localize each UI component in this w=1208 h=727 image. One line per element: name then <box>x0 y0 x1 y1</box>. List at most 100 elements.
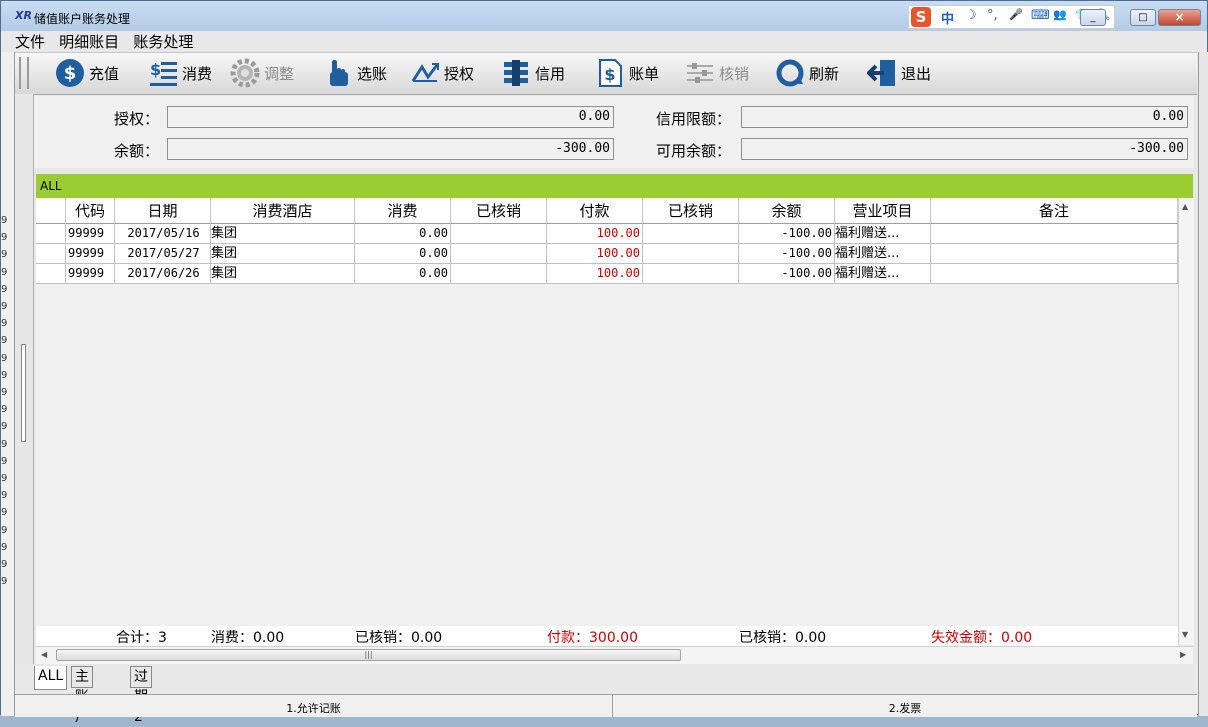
table-cell-consume[interactable]: 0.00 <box>355 264 451 284</box>
table-cell-date[interactable]: 2017/05/16 <box>115 224 211 244</box>
summary-panel: 授权： 0.00 信用限额： 0.00 余额： -300.00 可用余额： -3… <box>34 96 1194 168</box>
authorize-button[interactable]: 授权 <box>410 57 474 89</box>
left-collapse-panel <box>15 94 34 664</box>
table-cell-code[interactable]: 99999 <box>66 264 115 284</box>
bill-button[interactable]: $ 账单 <box>595 57 659 89</box>
credit-button[interactable]: 信用 <box>501 57 565 89</box>
balance-field: -300.00 <box>167 138 614 160</box>
footer-written-off: 已核销：0.00 <box>355 630 443 646</box>
row-indicator[interactable] <box>36 224 66 244</box>
group-header[interactable]: ALL <box>36 174 1193 198</box>
status-invoice: 2.发票 <box>888 702 922 715</box>
consume-button[interactable]: $ 消费 <box>148 57 212 89</box>
horizontal-scrollbar[interactable]: ◀ ||| ▶ <box>36 646 1193 664</box>
footer-payment: 付款：300.00 <box>547 630 638 646</box>
table-cell-balance[interactable]: -100.00 <box>739 224 835 244</box>
writeoff-icon <box>685 58 715 88</box>
svg-text:$: $ <box>150 60 161 79</box>
col-header-payment[interactable]: 付款 <box>547 198 643 224</box>
table-cell-written-off-2[interactable] <box>643 224 739 244</box>
table-cell-hotel[interactable]: 集团 <box>211 224 355 244</box>
table-cell-remark[interactable] <box>931 224 1178 244</box>
table-cell-balance[interactable]: -100.00 <box>739 264 835 284</box>
row-indicator[interactable] <box>36 264 66 284</box>
row-indicator[interactable] <box>36 244 66 264</box>
tab-all[interactable]: ALL <box>34 666 68 690</box>
adjust-button[interactable]: 调整 <box>230 57 294 89</box>
users-icon[interactable]: 👥 <box>1053 8 1067 21</box>
scroll-right-icon[interactable]: ▶ <box>1180 650 1186 659</box>
col-header-hotel[interactable]: 消费酒店 <box>211 198 355 224</box>
table-cell-code[interactable]: 99999 <box>66 244 115 264</box>
sogou-logo[interactable]: S <box>911 7 931 27</box>
credit-limit-label: 信用限额： <box>656 110 732 128</box>
menu-account-processing[interactable]: 账务处理 <box>133 33 193 51</box>
table-cell-written-off-2[interactable] <box>643 244 739 264</box>
table-cell-payment[interactable]: 100.00 <box>547 224 643 244</box>
table-cell-payment[interactable]: 100.00 <box>547 264 643 284</box>
svg-text:$: $ <box>604 65 615 84</box>
table-cell-balance[interactable]: -100.00 <box>739 244 835 264</box>
right-background-strip <box>1198 52 1208 716</box>
col-header-written-off[interactable]: 已核销 <box>451 198 547 224</box>
status-allow-posting: 1.允许记账 <box>15 695 613 717</box>
recharge-button[interactable]: $ 充值 <box>55 57 119 89</box>
table-cell-written-off[interactable] <box>451 264 547 284</box>
table-cell-business-item[interactable]: 福利赠送... <box>835 244 931 264</box>
table-cell-code[interactable]: 99999 <box>66 224 115 244</box>
refresh-button[interactable]: 刷新 <box>775 57 839 89</box>
table-cell-hotel[interactable]: 集团 <box>211 264 355 284</box>
footer-consume: 消费：0.00 <box>211 630 285 646</box>
microphone-icon[interactable]: 🎤 <box>1009 8 1023 21</box>
vertical-scrollbar[interactable]: ▲ ▼ <box>1178 198 1194 645</box>
col-header-business-item[interactable]: 营业项目 <box>835 198 931 224</box>
table-cell-written-off-2[interactable] <box>643 264 739 284</box>
scroll-up-icon[interactable]: ▲ <box>1182 202 1188 211</box>
tab-expired[interactable]: 过期2 <box>130 666 152 725</box>
credit-icon <box>501 58 531 88</box>
table-cell-payment[interactable]: 100.00 <box>547 244 643 264</box>
col-header-date[interactable]: 日期 <box>115 198 211 224</box>
table-cell-business-item[interactable]: 福利赠送... <box>835 264 931 284</box>
table-cell-consume[interactable]: 0.00 <box>355 224 451 244</box>
ime-mode[interactable]: 中 <box>941 8 954 27</box>
table-cell-hotel[interactable]: 集团 <box>211 244 355 264</box>
writeoff-button[interactable]: 核销 <box>685 57 749 89</box>
close-button[interactable]: × <box>1158 9 1201 26</box>
table-cell-written-off[interactable] <box>451 244 547 264</box>
table-cell-business-item[interactable]: 福利赠送... <box>835 224 931 244</box>
select-account-button[interactable]: 选账 <box>323 57 387 89</box>
moon-icon[interactable]: ☽ <box>965 8 977 23</box>
exit-button[interactable]: 退出 <box>866 57 931 89</box>
col-header-code[interactable]: 代码 <box>66 198 115 224</box>
restore-button[interactable]: □ <box>1130 9 1156 26</box>
app-logo: XR <box>15 9 32 22</box>
table-cell-remark[interactable] <box>931 264 1178 284</box>
col-header-remark[interactable]: 备注 <box>931 198 1178 224</box>
tab-main-account[interactable]: 主账户 <box>71 666 93 725</box>
scroll-left-icon[interactable]: ◀ <box>41 650 47 659</box>
table-cell-date[interactable]: 2017/05/27 <box>115 244 211 264</box>
col-header-consume[interactable]: 消费 <box>355 198 451 224</box>
menu-file[interactable]: 文件 <box>15 33 45 51</box>
horizontal-scroll-thumb[interactable]: ||| <box>56 649 681 661</box>
scroll-down-icon[interactable]: ▼ <box>1182 630 1188 639</box>
table-cell-written-off[interactable] <box>451 224 547 244</box>
splitter-handle[interactable] <box>21 344 26 442</box>
col-header-written-off-2[interactable]: 已核销 <box>643 198 739 224</box>
menu-bar: 文件 明细账目 账务处理 <box>15 31 203 51</box>
svg-text:$: $ <box>64 63 77 84</box>
punctuation-icon[interactable]: °, <box>987 8 998 23</box>
minimize-button[interactable]: _ <box>1080 9 1106 26</box>
dollar-list-icon: $ <box>148 58 178 88</box>
table-cell-remark[interactable] <box>931 244 1178 264</box>
available-field: -300.00 <box>741 138 1188 160</box>
keyboard-icon[interactable]: ⌨ <box>1031 8 1050 23</box>
col-header-balance[interactable]: 余额 <box>739 198 835 224</box>
toolbar-grip[interactable] <box>19 57 29 89</box>
table-cell-date[interactable]: 2017/06/26 <box>115 264 211 284</box>
menu-detail-accounts[interactable]: 明细账目 <box>59 33 119 51</box>
table-cell-consume[interactable]: 0.00 <box>355 244 451 264</box>
footer-invalid-amount: 失效金额：0.00 <box>931 630 1033 646</box>
hand-pointer-icon <box>323 58 353 88</box>
